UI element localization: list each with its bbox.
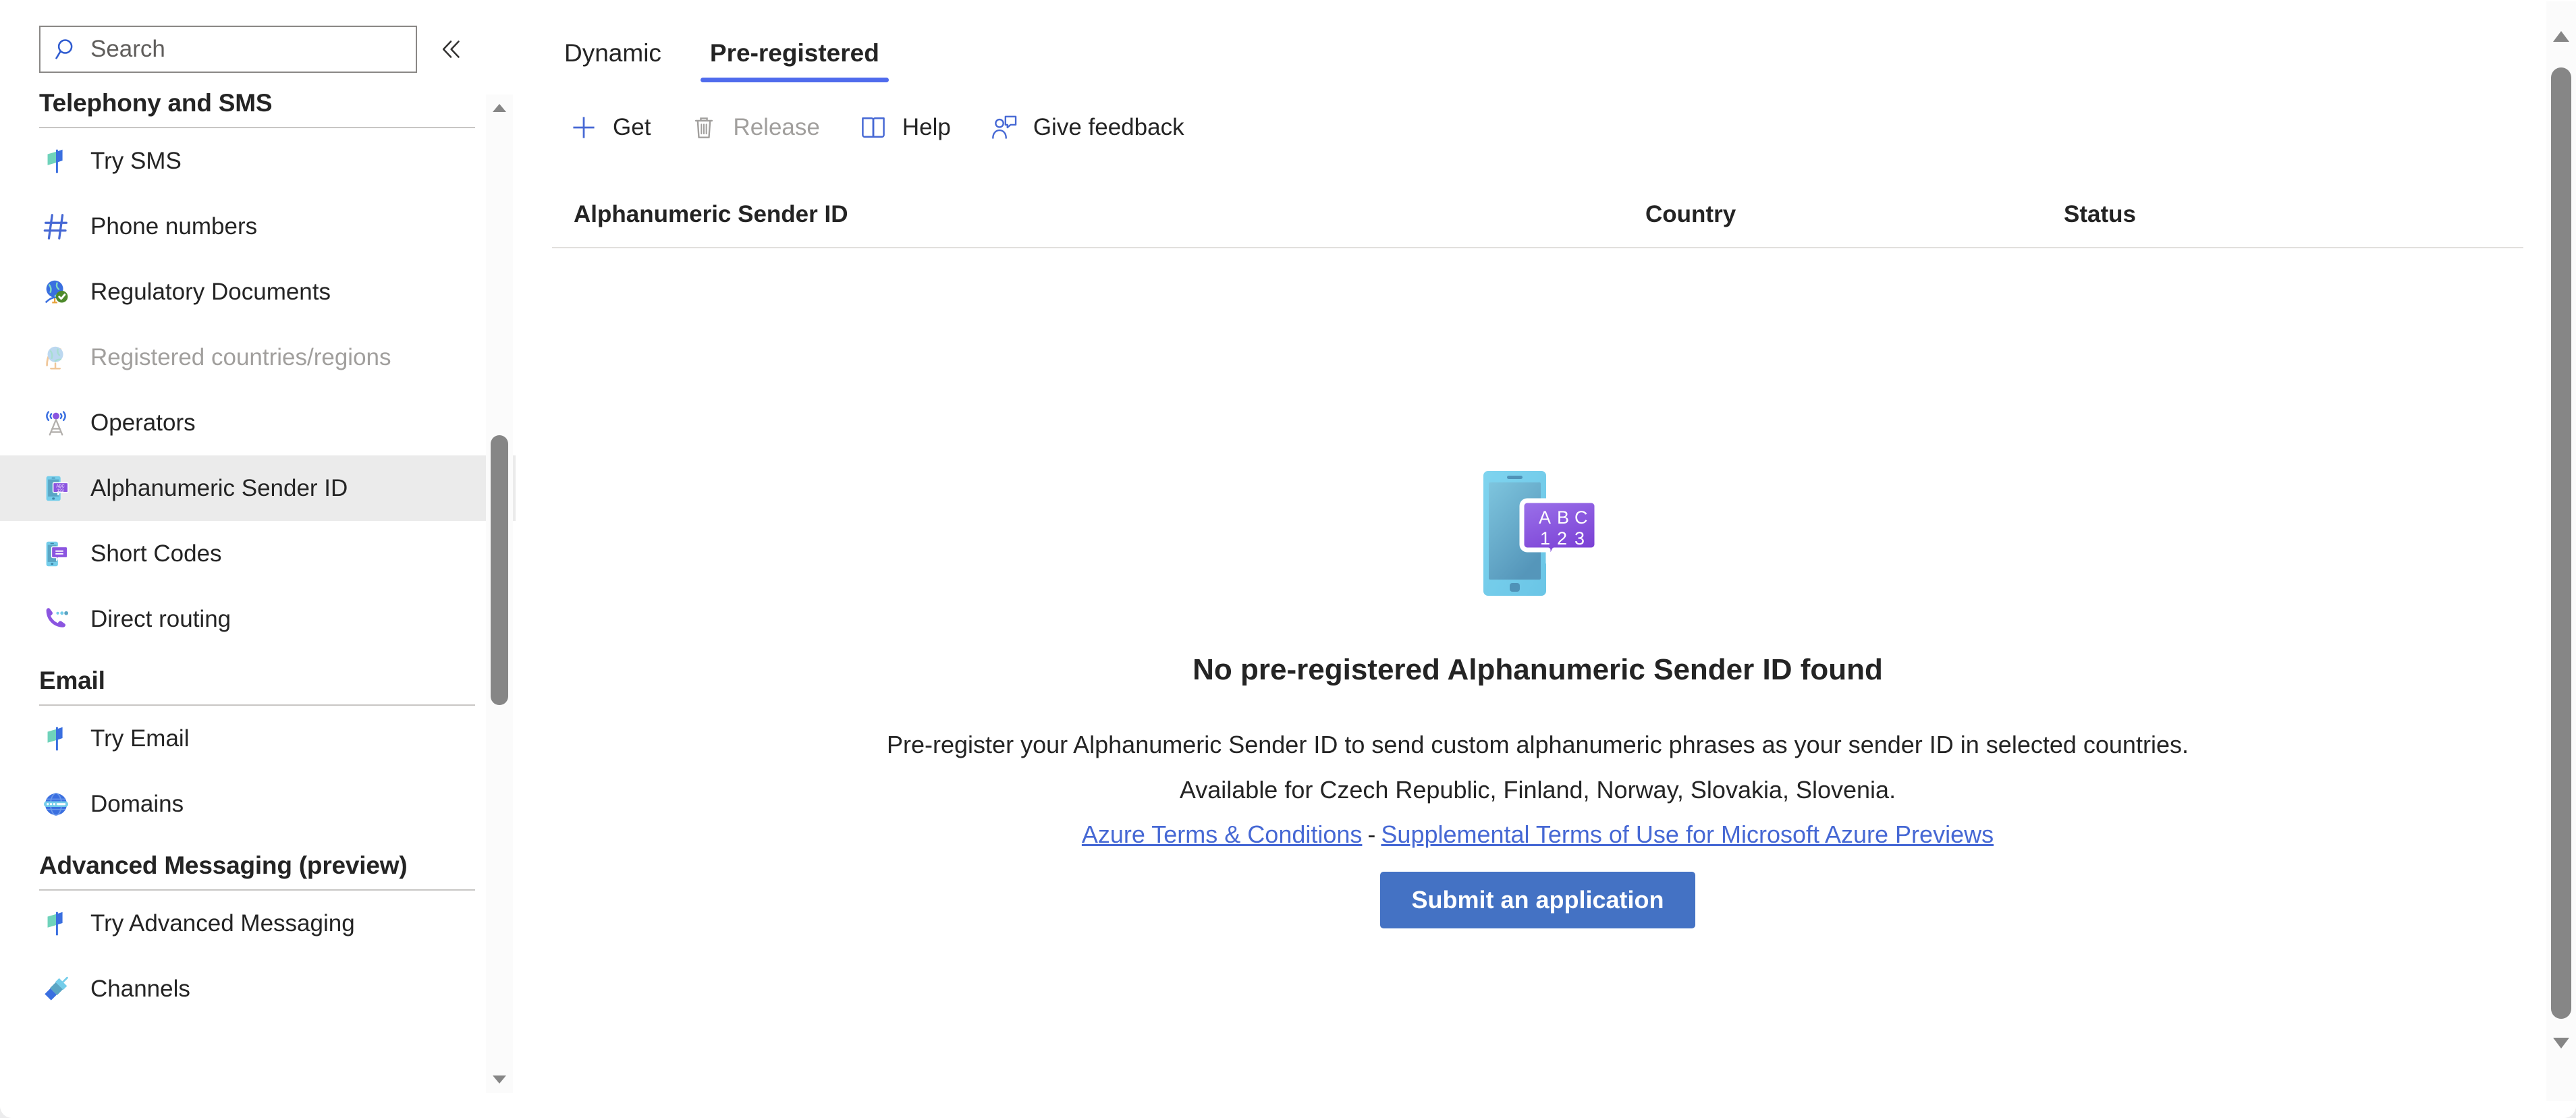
nav-group-title-telephony: Telephony and SMS — [39, 89, 273, 117]
sidebar-nav: Telephony and SMS Try SMS Phone numbers … — [0, 74, 516, 1118]
svg-text:ABC: ABC — [56, 484, 65, 488]
scroll-up-arrow-icon[interactable] — [2546, 20, 2576, 53]
hash-icon — [39, 210, 73, 244]
sidebar-item-regulatory-documents[interactable]: Regulatory Documents — [0, 259, 516, 325]
svg-text:C: C — [1574, 507, 1588, 528]
svg-text:B: B — [1557, 507, 1569, 528]
trash-icon — [687, 111, 721, 144]
azure-terms-link[interactable]: Azure Terms & Conditions — [1082, 820, 1363, 848]
get-button[interactable]: Get — [553, 102, 664, 153]
tab-bar: Dynamic Pre-registered — [530, 0, 2545, 82]
phone-abc123-icon: ABC 123 — [39, 472, 73, 505]
release-button-label: Release — [733, 114, 820, 140]
help-button[interactable]: Help — [843, 102, 964, 153]
sidebar-item-label: Try SMS — [90, 147, 182, 174]
search-icon — [54, 36, 80, 62]
sidebar-item-try-advanced-messaging[interactable]: Try Advanced Messaging — [0, 891, 516, 956]
command-toolbar: Get Release Help Give feedback — [530, 82, 2545, 157]
nav-group-title-advanced-messaging: Advanced Messaging (preview) — [39, 851, 408, 879]
empty-state-title: No pre-registered Alphanumeric Sender ID… — [1193, 653, 1883, 686]
search-input[interactable] — [80, 35, 416, 63]
give-feedback-button[interactable]: Give feedback — [974, 102, 1198, 153]
plug-icon — [39, 972, 73, 1006]
sidebar-item-label: Registered countries/regions — [90, 343, 391, 370]
empty-state: A B C 1 2 3 No pre-registered Alphanumer… — [530, 463, 2545, 929]
phone-message-icon — [39, 537, 73, 571]
sidebar-item-label: Alphanumeric Sender ID — [90, 474, 348, 501]
sidebar-item-domains[interactable]: Domains — [0, 771, 516, 837]
search-box[interactable] — [39, 26, 417, 73]
give-feedback-button-label: Give feedback — [1033, 114, 1184, 140]
sidebar-item-label: Operators — [90, 409, 196, 436]
sidebar-scrollbar[interactable] — [486, 94, 513, 1093]
empty-state-links: Azure Terms & Conditions - Supplemental Te… — [1082, 820, 1994, 849]
main-scrollbar-thumb[interactable] — [2551, 67, 2571, 1019]
main-scrollbar[interactable] — [2546, 1, 2576, 1101]
main-content: Dynamic Pre-registered Get Release Help … — [516, 0, 2576, 1118]
phone-call-icon — [39, 603, 73, 636]
svg-text:123: 123 — [57, 488, 65, 493]
antenna-tower-icon — [39, 406, 73, 440]
globe-domain-icon — [39, 787, 73, 821]
svg-text:3: 3 — [1574, 528, 1585, 549]
sidebar-item-channels[interactable]: Channels — [0, 956, 516, 1022]
sidebar-item-registered-countries: Registered countries/regions — [0, 325, 516, 390]
chevron-double-left-icon — [436, 34, 467, 65]
sidebar-item-label: Domains — [90, 790, 184, 817]
table-header-row: Alphanumeric Sender ID Country Status — [552, 182, 2523, 248]
svg-text:A: A — [1539, 507, 1551, 528]
sidebar-item-try-sms[interactable]: Try SMS — [0, 128, 516, 194]
sidebar-collapse-button[interactable] — [427, 26, 476, 73]
sidebar-item-label: Regulatory Documents — [90, 278, 331, 305]
supplemental-terms-link[interactable]: Supplemental Terms of Use for Microsoft … — [1381, 820, 1994, 848]
sidebar-item-alphanumeric-sender-id[interactable]: ABC 123 Alphanumeric Sender ID — [0, 455, 516, 521]
column-header-status[interactable]: Status — [2064, 201, 2523, 228]
sidebar-item-short-codes[interactable]: Short Codes — [0, 521, 516, 586]
sidebar-item-label: Phone numbers — [90, 213, 258, 240]
svg-text:2: 2 — [1557, 528, 1567, 549]
get-button-label: Get — [613, 114, 651, 140]
column-header-country[interactable]: Country — [1645, 201, 2064, 228]
globe-check-icon — [39, 275, 73, 309]
submit-application-button[interactable]: Submit an application — [1380, 872, 1695, 929]
tab-dynamic[interactable]: Dynamic — [552, 39, 674, 82]
globe-stand-icon — [39, 341, 73, 374]
nav-group-title-email: Email — [39, 667, 105, 694]
sidebar-search-row — [0, 0, 516, 74]
sidebar: Telephony and SMS Try SMS — [0, 0, 516, 1118]
phone-abc123-illustration: A B C 1 2 3 — [1469, 463, 1608, 609]
flag-icon — [39, 907, 73, 941]
sidebar-item-label: Try Email — [90, 725, 190, 752]
sidebar-scrollbar-thumb[interactable] — [491, 435, 508, 705]
sidebar-item-label: Direct routing — [90, 605, 231, 632]
tab-pre-registered[interactable]: Pre-registered — [698, 39, 892, 82]
svg-text:1: 1 — [1540, 528, 1550, 549]
book-icon — [856, 111, 890, 144]
sidebar-item-label: Try Advanced Messaging — [90, 910, 355, 937]
sidebar-item-try-email[interactable]: Try Email — [0, 706, 516, 771]
sidebar-item-operators[interactable]: Operators — [0, 390, 516, 455]
scroll-up-arrow-icon[interactable] — [486, 94, 513, 121]
empty-state-description: Pre-register your Alphanumeric Sender ID… — [887, 731, 2189, 758]
sidebar-item-label: Short Codes — [90, 540, 222, 567]
sidebar-item-phone-numbers[interactable]: Phone numbers — [0, 194, 516, 259]
main-inner: Dynamic Pre-registered Get Release Help … — [516, 0, 2545, 1118]
release-button: Release — [674, 102, 833, 153]
flag-icon — [39, 144, 73, 178]
empty-state-availability: Available for Czech Republic, Finland, N… — [1179, 776, 1896, 804]
help-button-label: Help — [902, 114, 951, 140]
person-feedback-icon — [987, 111, 1021, 144]
link-separator: - — [1367, 820, 1376, 849]
sidebar-item-label: Channels — [90, 975, 190, 1002]
plus-icon — [567, 111, 601, 144]
scroll-down-arrow-icon[interactable] — [486, 1066, 513, 1093]
sidebar-item-direct-routing[interactable]: Direct routing — [0, 586, 516, 652]
app-root: Telephony and SMS Try SMS — [0, 0, 2576, 1118]
scroll-down-arrow-icon[interactable] — [2546, 1027, 2576, 1059]
flag-icon — [39, 722, 73, 756]
column-header-alphanumeric-sender-id[interactable]: Alphanumeric Sender ID — [552, 201, 1645, 228]
